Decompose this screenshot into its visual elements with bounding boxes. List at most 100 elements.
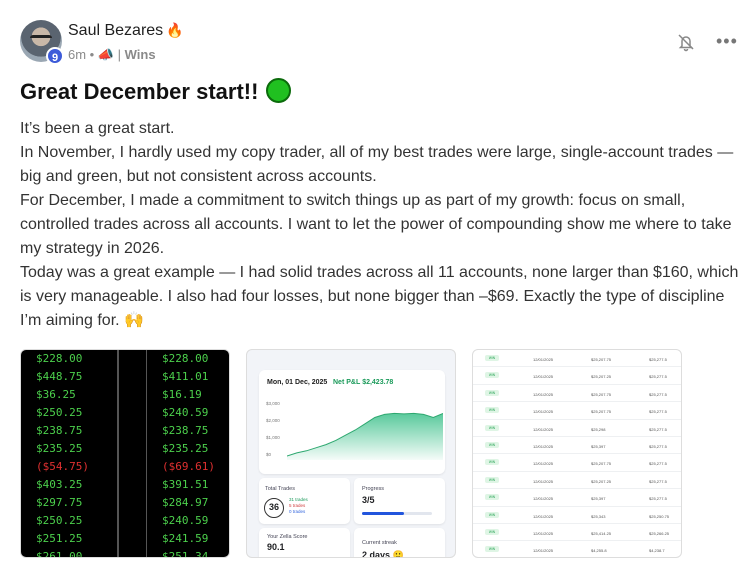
bell-off-icon[interactable] <box>676 32 696 52</box>
zella-score-label: Your Zella Score <box>267 534 308 540</box>
table-row[interactable]: WIN 12/01/2025 $25,207.75 $25,277.5 <box>473 454 681 472</box>
table-cell: 12/01/2025 <box>533 426 554 432</box>
level-badge: 9 <box>46 47 64 65</box>
trade-value: $228.00 <box>36 352 83 365</box>
trade-value: $411.01 <box>162 370 209 383</box>
table-cell: $25,343 <box>591 513 606 519</box>
table-cell: 12/01/2025 <box>533 374 554 380</box>
table-cell: 12/01/2025 <box>533 531 554 536</box>
table-cell: 12/01/2025 <box>533 409 554 415</box>
trades-breakeven: 0 trades <box>289 509 306 514</box>
post-paragraph: It’s been a great start. <box>20 120 175 137</box>
win-badge: WIN <box>485 529 499 535</box>
table-cell: 12/01/2025 <box>533 548 554 554</box>
author-name[interactable]: Saul Bezares 🔥 <box>68 22 184 40</box>
equity-curve-chart <box>287 412 443 460</box>
table-row[interactable]: WIN 12/01/2025 $25,414.25 $25,266.25 <box>473 524 681 542</box>
table-row[interactable]: WIN 12/01/2025 $25,397 $25,277.5 <box>473 489 681 507</box>
trade-value: $403.25 <box>36 478 83 491</box>
trades-column-right: $228.00 $411.01 $16.19 $240.59 $238.75 $235.2… <box>146 350 229 557</box>
post-category[interactable]: Wins <box>125 47 156 62</box>
post-paragraph: Today was a great example — I had solid … <box>20 264 739 329</box>
post-paragraph: In November, I hardly used my copy trade… <box>20 144 734 185</box>
post-paragraph: For December, I made a commitment to swi… <box>20 192 732 257</box>
net-pnl-label: Net P&L <box>333 379 361 386</box>
table-row[interactable]: WIN 12/01/2025 $25,397 $25,277.5 <box>473 437 681 455</box>
trade-value: $235.25 <box>162 442 209 455</box>
table-cell: $25,207.75 <box>591 409 612 415</box>
equity-curve-fill <box>287 413 443 460</box>
win-badge: WIN <box>485 355 499 361</box>
trade-value: $238.75 <box>36 424 83 437</box>
attachment-dashboard[interactable]: Mon, 01 Dec, 2025 Net P&L $2,423.78 $3,0… <box>246 349 456 558</box>
post-time: 6m <box>68 47 87 62</box>
table-row[interactable]: WIN 12/01/2025 $25,207.75 $25,277.5 <box>473 385 681 403</box>
streak-label: Current streak <box>362 540 397 546</box>
table-row[interactable]: WIN 12/01/2025 $25,343 $25,250.75 <box>473 507 681 524</box>
table-row[interactable]: WIN 12/01/2025 $4,255.8 $4,238.7 <box>473 541 681 557</box>
progress-card: Progress 3/5 <box>354 478 445 524</box>
net-pnl: Net P&L $2,423.78 <box>333 379 393 386</box>
table-cell: $25,277.5 <box>649 496 667 502</box>
trade-value: $448.75 <box>36 370 83 383</box>
win-badge: WIN <box>485 424 499 431</box>
table-cell: $25,277.5 <box>649 374 667 380</box>
table-cell: $25,250.75 <box>649 513 670 519</box>
win-badge: WIN <box>485 546 499 553</box>
table-cell: 12/01/2025 <box>533 391 554 397</box>
table-cell: $25,414.25 <box>591 531 612 536</box>
y-tick: $3,000 <box>266 401 280 406</box>
megaphone-icon: 📣 <box>97 47 115 62</box>
attachment-trades-list[interactable]: $228.00 $448.75 $36.25 $250.25 $238.75 $235.2… <box>20 349 230 558</box>
table-cell: 12/01/2025 <box>533 461 554 467</box>
pnl-card: Mon, 01 Dec, 2025 Net P&L $2,423.78 $3,0… <box>259 370 445 474</box>
streak-card: Current streak 2 days 🙂 <box>354 528 445 557</box>
table-cell: 12/01/2025 <box>533 513 554 519</box>
attachment-trade-table[interactable]: WIN 12/01/2025 $25,207.75 $25,277.5 WIN 12/01… <box>472 349 682 558</box>
total-trades-value: 36 <box>264 498 284 518</box>
progress-bar <box>362 512 432 515</box>
table-row[interactable]: WIN 12/01/2025 $25,207.25 $25,277.5 <box>473 367 681 385</box>
win-badge: WIN <box>485 442 499 448</box>
total-trades-label: Total Trades <box>265 486 295 492</box>
table-cell: $25,207.25 <box>591 374 612 380</box>
zella-score-card: Your Zella Score 90.1 <box>259 528 350 557</box>
dashboard-date: Mon, 01 Dec, 2025 <box>267 379 328 386</box>
avatar-glasses <box>30 35 52 41</box>
trades-column-left: $228.00 $448.75 $36.25 $250.25 $238.75 $235.2… <box>21 350 119 557</box>
table-cell: $25,207.75 <box>591 461 612 467</box>
green-circle-icon <box>266 78 292 103</box>
table-cell: $4,238.7 <box>649 548 665 554</box>
table-cell: $25,298 <box>591 426 606 432</box>
more-options-icon[interactable]: ••• <box>716 32 738 50</box>
win-badge: WIN <box>485 407 499 414</box>
post-body: It’s been a great start. In November, I … <box>20 117 750 333</box>
trade-value: $284.97 <box>162 496 209 509</box>
table-cell: $25,277.5 <box>649 391 667 397</box>
trade-value: ($69.61) <box>162 460 215 473</box>
table-row[interactable]: WIN 12/01/2025 $25,207.75 $25,277.5 <box>473 350 681 368</box>
table-cell: $25,277.5 <box>649 409 667 415</box>
progress-value: 3/5 <box>362 495 375 505</box>
table-row[interactable]: WIN 12/01/2025 $25,298 $25,277.5 <box>473 420 681 437</box>
table-cell: 12/01/2025 <box>533 496 554 502</box>
table-row[interactable]: WIN 12/01/2025 $25,207.75 $25,277.5 <box>473 402 681 420</box>
table-cell: $25,207.75 <box>591 391 612 397</box>
post-title-text: Great December start!! <box>20 79 259 104</box>
fire-icon: 🔥 <box>166 22 184 38</box>
trade-value: $228.00 <box>162 352 209 365</box>
trade-value: $36.25 <box>36 388 76 401</box>
table-cell: 12/01/2025 <box>533 444 554 449</box>
dashboard-topbar-mark <box>369 350 377 352</box>
win-badge: WIN <box>485 389 499 396</box>
table-row[interactable]: WIN 12/01/2025 $25,207.25 $25,277.5 <box>473 472 681 490</box>
trade-value: ($54.75) <box>36 460 89 473</box>
table-cell: 12/01/2025 <box>533 478 554 484</box>
trade-value: $250.25 <box>36 514 83 527</box>
progress-label: Progress <box>362 486 385 492</box>
progress-bar-fill <box>362 512 404 515</box>
author-name-text[interactable]: Saul Bezares <box>68 22 163 39</box>
table-cell: $25,277.5 <box>649 357 667 362</box>
win-badge: WIN <box>485 511 499 518</box>
y-tick: $0 <box>266 452 272 457</box>
